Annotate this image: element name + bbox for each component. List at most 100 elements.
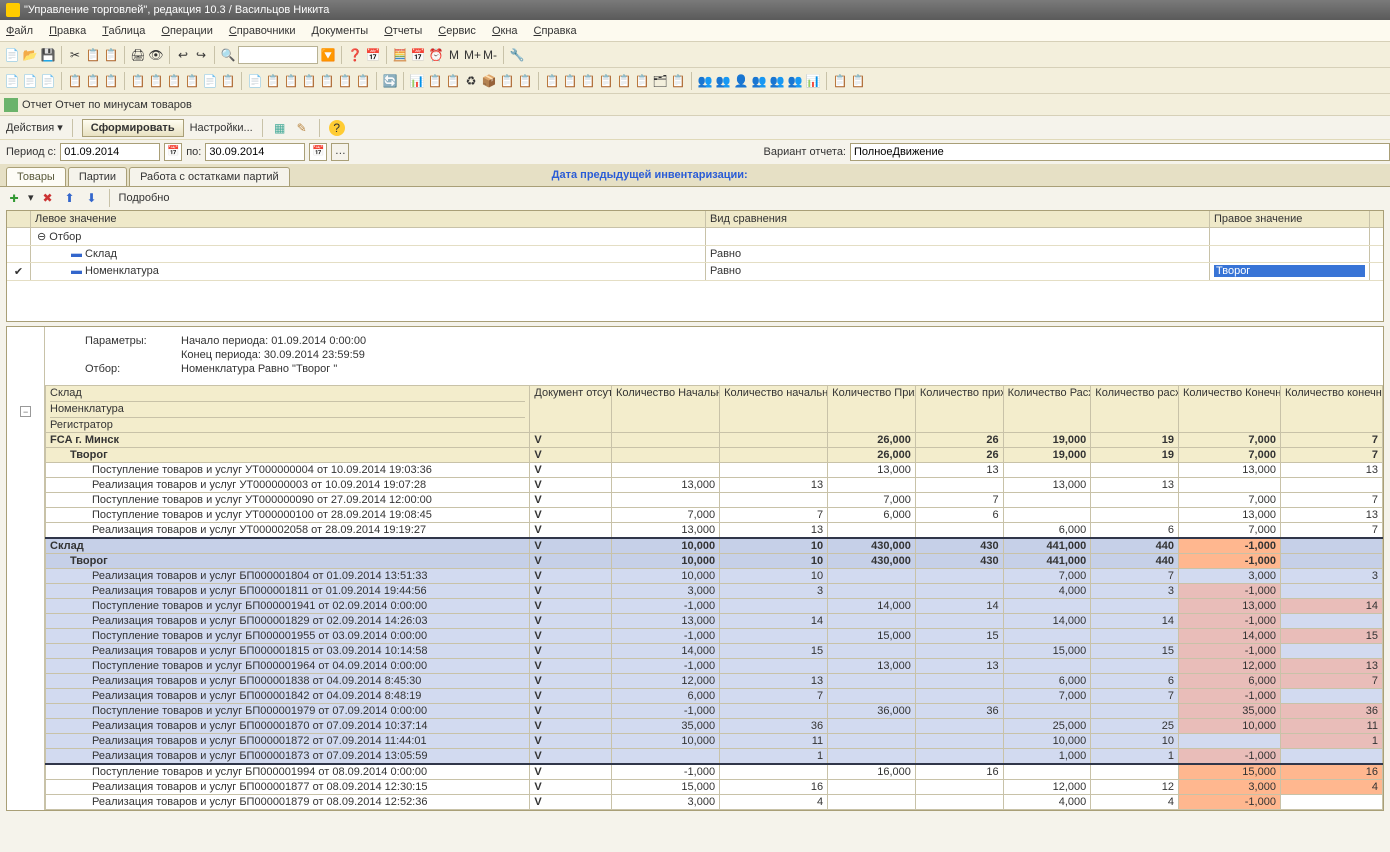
toolbar-icon[interactable]: 👁 [148, 47, 164, 63]
menu-Операции[interactable]: Операции [161, 25, 212, 37]
col-qty-start[interactable]: Количество Начальный остаток [611, 386, 719, 433]
toolbar-icon[interactable]: 📄 [40, 73, 56, 89]
table-row[interactable]: Поступление товаров и услуг БП000001955 … [46, 629, 1383, 644]
move-up-icon[interactable]: ⬆ [62, 190, 78, 206]
remove-filter-icon[interactable]: ✖ [40, 190, 56, 206]
toolbar-icon[interactable]: ↪ [193, 47, 209, 63]
toolbar-icon[interactable]: 📋 [850, 73, 866, 89]
filter-row[interactable]: ✔▬ НоменклатураРавноТворог [7, 263, 1383, 281]
table-row[interactable]: Реализация товаров и услуг БП000001815 о… [46, 644, 1383, 659]
table-row[interactable]: Поступление товаров и услуг БП000001994 … [46, 764, 1383, 780]
table-row[interactable]: Реализация товаров и услуг БП000001879 о… [46, 795, 1383, 810]
toolbar-icon[interactable]: 📋 [283, 73, 299, 89]
toolbar-icon[interactable]: 📋 [85, 47, 101, 63]
toolbar-icon[interactable]: 📋 [103, 47, 119, 63]
toolbar-icon[interactable]: 👥 [769, 73, 785, 89]
toolbar-icon[interactable]: 📋 [319, 73, 335, 89]
toolbar-icon[interactable]: 🔽 [320, 47, 336, 63]
toolbar-icon[interactable]: 📄 [4, 73, 20, 89]
export-icon[interactable]: ▦ [272, 120, 288, 136]
toolbar-icon[interactable]: 👥 [697, 73, 713, 89]
table-row[interactable]: Поступление товаров и услуг БП000001941 … [46, 599, 1383, 614]
toolbar-icon[interactable]: 📂 [22, 47, 38, 63]
toolbar-icon[interactable]: 👥 [751, 73, 767, 89]
filter-check[interactable] [7, 246, 31, 262]
filter-right-value[interactable] [1210, 228, 1370, 245]
menu-Отчеты[interactable]: Отчеты [384, 25, 422, 37]
settings-button[interactable]: Настройки... [190, 122, 253, 134]
table-row[interactable]: ТворогV26,0002619,000197,0007 [46, 448, 1383, 463]
toolbar-icon[interactable]: 🧮 [392, 47, 408, 63]
table-row[interactable]: Реализация товаров и услуг УТ000000003 о… [46, 478, 1383, 493]
tool-icon[interactable]: ✎ [294, 120, 310, 136]
toolbar-icon[interactable]: 🔄 [382, 73, 398, 89]
menu-Справка[interactable]: Справка [534, 25, 577, 37]
collapse-node-icon[interactable]: − [20, 406, 31, 417]
toolbar-icon[interactable]: 📋 [265, 73, 281, 89]
toolbar-icon[interactable]: 📄 [247, 73, 263, 89]
toolbar-icon[interactable]: 📋 [220, 73, 236, 89]
toolbar-icon[interactable]: 📋 [517, 73, 533, 89]
tab-party-remains[interactable]: Работа с остатками партий [129, 167, 290, 186]
toolbar-icon[interactable]: 📋 [148, 73, 164, 89]
toolbar-icon[interactable]: 📋 [103, 73, 119, 89]
toolbar-icon[interactable]: 📋 [85, 73, 101, 89]
table-row[interactable]: СкладV10,00010430,000430441,000440-1,000 [46, 538, 1383, 554]
menu-Документы[interactable]: Документы [312, 25, 369, 37]
variant-input[interactable] [850, 143, 1390, 161]
table-row[interactable]: Реализация товаров и услуг БП000001829 о… [46, 614, 1383, 629]
toolbar-icon[interactable]: 👥 [787, 73, 803, 89]
toolbar-icon[interactable]: 📋 [634, 73, 650, 89]
filter-check[interactable] [7, 228, 31, 245]
menu-Окна[interactable]: Окна [492, 25, 518, 37]
col-qty-out-p[interactable]: Количество расход П [1091, 386, 1179, 433]
toolbar-icon[interactable]: 📋 [616, 73, 632, 89]
help-icon[interactable]: ? [329, 120, 345, 136]
toolbar-icon[interactable]: 🔧 [509, 47, 525, 63]
table-row[interactable]: Реализация товаров и услуг БП000001873 о… [46, 749, 1383, 765]
report-content[interactable]: Параметры:Начало периода: 01.09.2014 0:0… [45, 327, 1383, 810]
toolbar-icon[interactable]: 👥 [715, 73, 731, 89]
move-down-icon[interactable]: ⬇ [84, 190, 100, 206]
toolbar-icon[interactable]: 📋 [355, 73, 371, 89]
toolbar-icon[interactable]: M+ [464, 47, 480, 63]
toolbar-icon[interactable]: 📋 [427, 73, 443, 89]
menu-Файл[interactable]: Файл [6, 25, 33, 37]
col-qty-in-p[interactable]: Количество приход П [915, 386, 1003, 433]
detail-button[interactable]: Подробно [119, 192, 170, 204]
toolbar-icon[interactable]: 🖨 [130, 47, 146, 63]
toolbar-icon[interactable]: 📄 [202, 73, 218, 89]
toolbar-icon[interactable]: 📄 [22, 73, 38, 89]
col-warehouse[interactable]: Склад Номенклатура Регистратор [46, 386, 530, 433]
toolbar-icon[interactable]: M [446, 47, 462, 63]
table-row[interactable]: FCA г. МинскV26,0002619,000197,0007 [46, 433, 1383, 448]
col-qty-start-p[interactable]: Количество начальный остаток П [720, 386, 828, 433]
toolbar-icon[interactable]: ♻ [463, 73, 479, 89]
actions-menu[interactable]: Действия ▾ [6, 121, 63, 134]
toolbar-icon[interactable]: 📅 [410, 47, 426, 63]
toolbar-icon[interactable]: 📋 [301, 73, 317, 89]
toolbar-icon[interactable]: ↩ [175, 47, 191, 63]
toolbar-icon[interactable]: ⏰ [428, 47, 444, 63]
table-row[interactable]: Реализация товаров и услуг БП000001811 о… [46, 584, 1383, 599]
add-filter-icon[interactable]: 🞦 [6, 190, 22, 206]
filter-row[interactable]: ▬ СкладРавно [7, 246, 1383, 263]
toolbar-search-input[interactable] [238, 46, 318, 64]
filter-right-value[interactable]: Творог [1210, 263, 1370, 280]
toolbar-icon[interactable]: 💾 [40, 47, 56, 63]
filter-check[interactable]: ✔ [7, 263, 31, 280]
toolbar-icon[interactable]: 📦 [481, 73, 497, 89]
table-row[interactable]: Реализация товаров и услуг БП000001872 о… [46, 734, 1383, 749]
table-row[interactable]: Реализация товаров и услуг БП000001804 о… [46, 569, 1383, 584]
toolbar-icon[interactable]: 🔍 [220, 47, 236, 63]
toolbar-icon[interactable]: 📋 [580, 73, 596, 89]
toolbar-icon[interactable]: 📊 [805, 73, 821, 89]
toolbar-icon[interactable]: 📋 [67, 73, 83, 89]
toolbar-icon[interactable]: 📋 [832, 73, 848, 89]
calendar-from-button[interactable]: 📅 [164, 143, 182, 161]
table-row[interactable]: Поступление товаров и услуг УТ000000100 … [46, 508, 1383, 523]
toolbar-icon[interactable]: 🗂 [652, 73, 668, 89]
generate-button[interactable]: Сформировать [82, 119, 184, 137]
menu-Справочники[interactable]: Справочники [229, 25, 296, 37]
filter-row[interactable]: ⊖ Отбор [7, 228, 1383, 246]
